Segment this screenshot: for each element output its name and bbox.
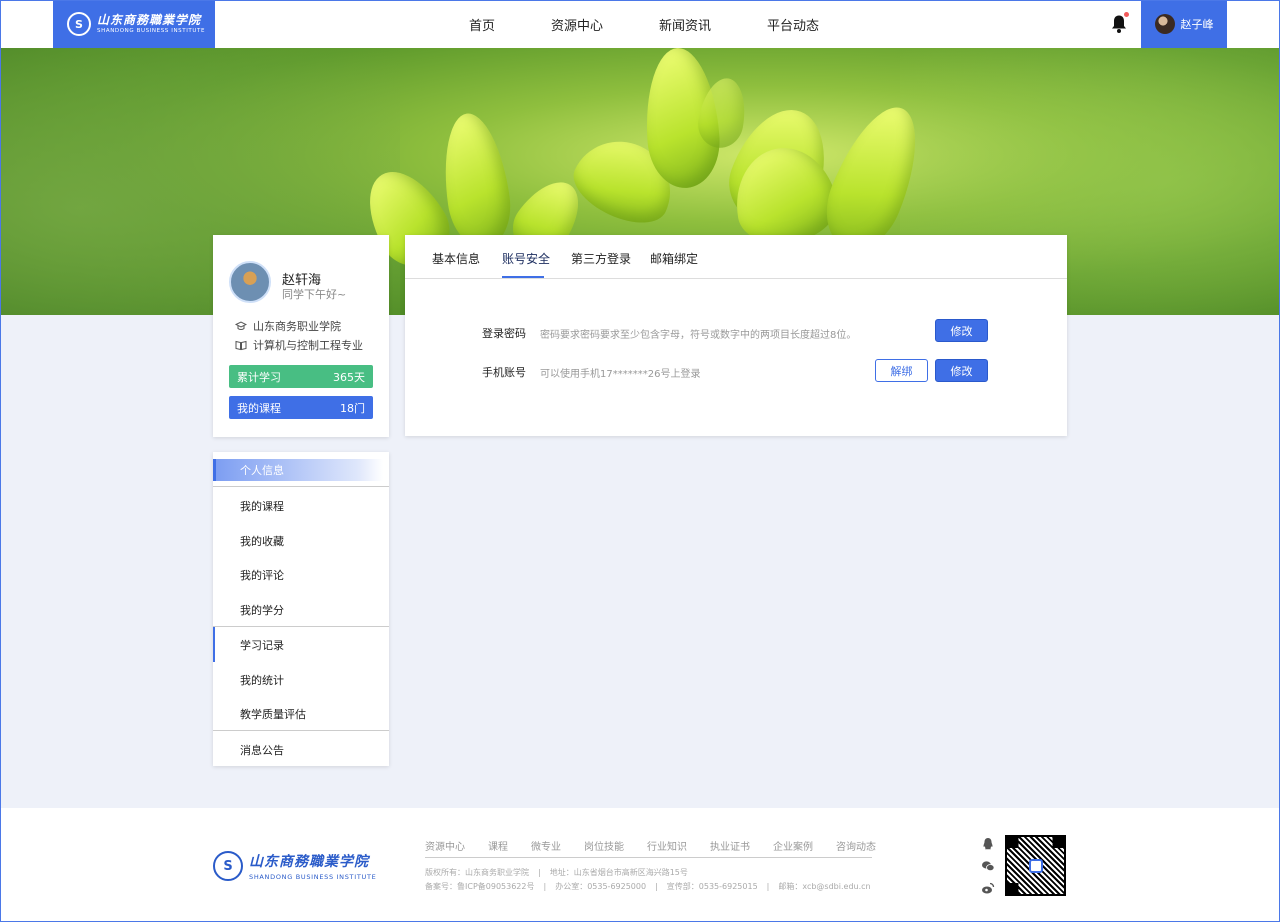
footer-copyright: 版权所有：山东商务职业学院 [425, 868, 529, 877]
book-icon [235, 340, 247, 351]
footer-link-skills[interactable]: 岗位技能 [584, 838, 624, 857]
nav-resources[interactable]: 资源中心 [551, 15, 603, 34]
footer-icp: 备案号：鲁ICP备09053622号 [425, 882, 535, 891]
account-security-panel: 基本信息 账号安全 第三方登录 邮箱绑定 登录密码 密码要求密码要求至少包含字母… [405, 235, 1067, 436]
profile-greeting: 同学下午好~ [282, 288, 347, 301]
menu-announcements[interactable]: 消息公告 [213, 732, 389, 767]
panel-tabs: 基本信息 账号安全 第三方登录 邮箱绑定 [405, 235, 1067, 279]
menu-my-courses[interactable]: 我的课程 [213, 488, 389, 523]
tab-basic-info[interactable]: 基本信息 [432, 250, 480, 267]
tab-account-security[interactable]: 账号安全 [502, 250, 550, 267]
menu-personal-info[interactable]: 个人信息 [213, 459, 383, 481]
site-logo[interactable]: S 山东商務職業学院 SHANDONG BUSINESS INSTITUTE [53, 0, 215, 48]
user-name: 赵子峰 [1180, 18, 1214, 31]
menu-my-credits[interactable]: 我的学分 [213, 592, 389, 627]
footer-pr-phone: 宣传部：0535-6925015 [666, 882, 758, 891]
phone-unbind-button[interactable]: 解绑 [875, 359, 928, 382]
weibo-icon[interactable] [981, 881, 995, 895]
wechat-icon[interactable] [981, 859, 995, 873]
footer-link-updates[interactable]: 咨询动态 [836, 838, 876, 857]
footer-link-resources[interactable]: 资源中心 [425, 838, 465, 857]
footer-link-certificates[interactable]: 执业证书 [710, 838, 750, 857]
qq-icon[interactable] [981, 837, 995, 851]
profile-card: 赵轩海 同学下午好~ 山东商务职业学院 计算机与控制工程专业 累计学习 365天… [213, 235, 389, 437]
footer-info-row-2: 备案号：鲁ICP备09053622号 | 办公室：0535-6925000 | 宣传部：… [425, 882, 871, 891]
password-desc: 密码要求密码要求至少包含字母，符号或数字中的两项目长度超过8位。 [540, 330, 857, 341]
top-header: S 山东商務職業学院 SHANDONG BUSINESS INSTITUTE 首… [0, 0, 1280, 48]
tab-third-party-login[interactable]: 第三方登录 [571, 250, 631, 267]
footer-logo-en: SHANDONG BUSINESS INSTITUTE [249, 873, 377, 881]
menu-my-favorites[interactable]: 我的收藏 [213, 523, 389, 558]
footer-info-row-1: 版权所有：山东商务职业学院 | 地址：山东省烟台市高新区海兴路15号 [425, 868, 688, 877]
profile-school: 山东商务职业学院 [253, 320, 341, 333]
menu-my-statistics[interactable]: 我的统计 [213, 662, 389, 697]
profile-avatar[interactable] [229, 261, 271, 303]
menu-study-records[interactable]: 学习记录 [213, 627, 389, 662]
notification-bell-icon[interactable] [1110, 14, 1128, 34]
phone-label: 手机账号 [482, 366, 526, 379]
user-avatar [1154, 14, 1175, 34]
phone-desc: 可以使用手机17*******26号上登录 [540, 369, 701, 380]
user-menu[interactable]: 赵子峰 [1141, 0, 1227, 48]
phone-edit-button[interactable]: 修改 [935, 359, 988, 382]
footer-link-industry[interactable]: 行业知识 [647, 838, 687, 857]
password-label: 登录密码 [482, 327, 526, 340]
footer-link-cases[interactable]: 企业案例 [773, 838, 813, 857]
nav-news[interactable]: 新闻资讯 [659, 15, 711, 34]
footer-link-micro-major[interactable]: 微专业 [531, 838, 561, 857]
site-footer: S 山东商務職業学院 SHANDONG BUSINESS INSTITUTE 资… [0, 808, 1280, 922]
footer-link-courses[interactable]: 课程 [488, 838, 508, 857]
nav-platform[interactable]: 平台动态 [767, 15, 819, 34]
graduation-cap-icon [235, 321, 247, 330]
footer-address: 地址：山东省烟台市高新区海兴路15号 [549, 868, 688, 877]
menu-teaching-evaluation[interactable]: 教学质量评估 [213, 696, 389, 731]
stat-my-courses-value: 18门 [340, 401, 365, 415]
tab-email-binding[interactable]: 邮箱绑定 [650, 250, 698, 267]
profile-major-row: 计算机与控制工程专业 [235, 337, 363, 353]
qr-code [1005, 835, 1066, 896]
footer-seal-icon: S [213, 851, 243, 881]
stat-my-courses-label: 我的课程 [237, 401, 281, 415]
footer-logo[interactable]: S 山东商務職業学院 SHANDONG BUSINESS INSTITUTE [213, 851, 376, 881]
notification-dot [1124, 12, 1129, 17]
profile-major: 计算机与控制工程专业 [253, 339, 363, 352]
stat-total-study[interactable]: 累计学习 365天 [229, 365, 373, 388]
password-edit-button[interactable]: 修改 [935, 319, 988, 342]
menu-my-comments[interactable]: 我的评论 [213, 557, 389, 592]
logo-cn-text: 山东商務職業学院 [97, 12, 202, 27]
main-nav: 首页 资源中心 新闻资讯 平台动态 [469, 0, 875, 48]
side-menu: 个人信息 我的课程 我的收藏 我的评论 我的学分 学习记录 我的统计 教学质量评… [213, 452, 389, 766]
stat-my-courses[interactable]: 我的课程 18门 [229, 396, 373, 419]
nav-home[interactable]: 首页 [469, 15, 495, 34]
stat-total-study-label: 累计学习 [237, 370, 281, 384]
logo-en-text: SHANDONG BUSINESS INSTITUTE [97, 27, 206, 34]
school-seal-icon: S [67, 12, 91, 36]
footer-links: 资源中心 课程 微专业 岗位技能 行业知识 执业证书 企业案例 咨询动态 [425, 838, 876, 858]
footer-logo-cn: 山东商務職業学院 [249, 854, 369, 870]
footer-office-phone: 办公室：0535-6925000 [555, 882, 647, 891]
profile-school-row: 山东商务职业学院 [235, 318, 341, 334]
active-tab-indicator [502, 276, 544, 278]
footer-email: 邮箱：xcb@sdbi.edu.cn [778, 882, 871, 891]
stat-total-study-value: 365天 [333, 370, 365, 384]
